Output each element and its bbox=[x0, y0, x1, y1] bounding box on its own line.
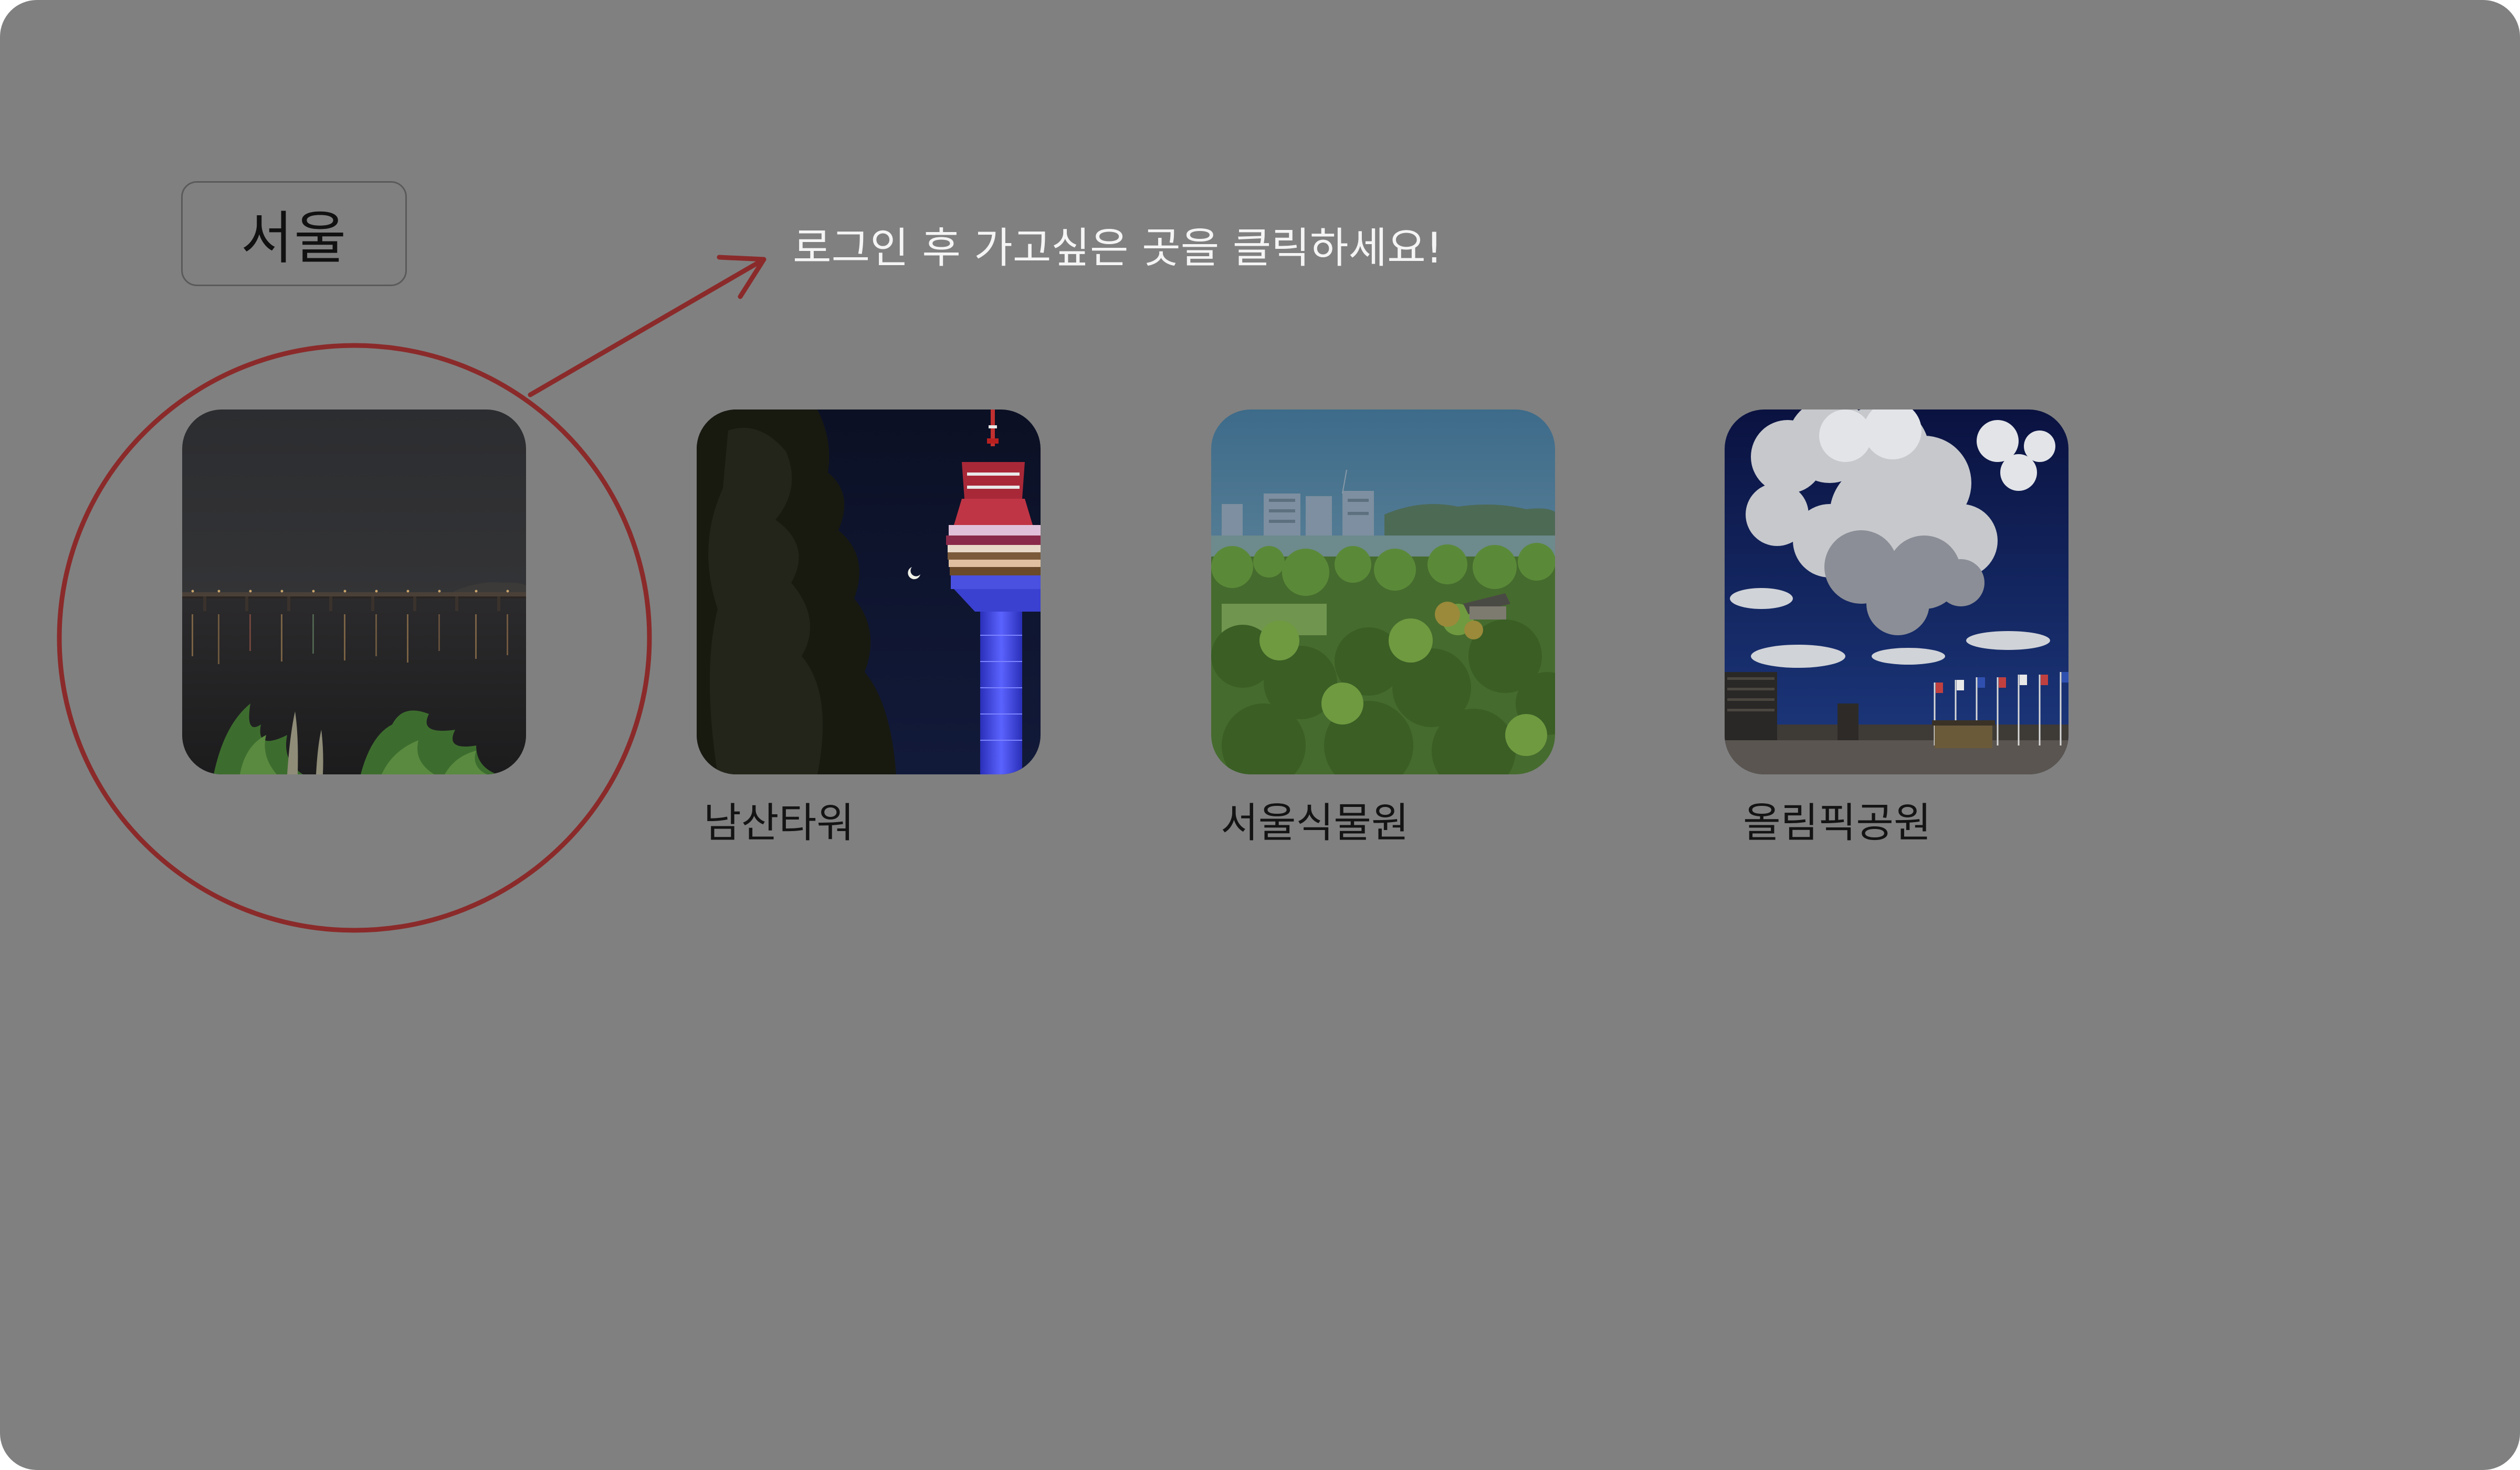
seoul-botanic-park-photo bbox=[1211, 410, 1555, 774]
city-label: 서울 bbox=[240, 206, 348, 271]
app-frame: 서울 로그인 후 가고싶은 곳을 클릭하세요! 남산타워 서울식물원 올림픽공원 bbox=[0, 0, 2520, 1470]
place-label-seoul-botanic-park[interactable]: 서울식물원 bbox=[1221, 790, 1409, 849]
place-card-olympic-park[interactable] bbox=[1725, 410, 2068, 774]
hint-text: 로그인 후 가고싶은 곳을 클릭하세요! bbox=[793, 224, 1443, 272]
han-river-night-photo bbox=[182, 410, 526, 774]
place-label-namsan-tower[interactable]: 남산타워 bbox=[704, 790, 854, 849]
place-card-seoul-botanic-park[interactable] bbox=[1211, 410, 1555, 774]
city-badge: 서울 bbox=[181, 181, 407, 286]
place-card-namsan-tower[interactable] bbox=[697, 410, 1041, 774]
arrow-icon bbox=[528, 255, 766, 397]
namsan-tower-photo bbox=[697, 410, 1041, 774]
olympic-park-photo bbox=[1725, 410, 2068, 774]
place-label-olympic-park[interactable]: 올림픽공원 bbox=[1743, 790, 1931, 849]
place-card-han-river[interactable] bbox=[182, 410, 526, 774]
